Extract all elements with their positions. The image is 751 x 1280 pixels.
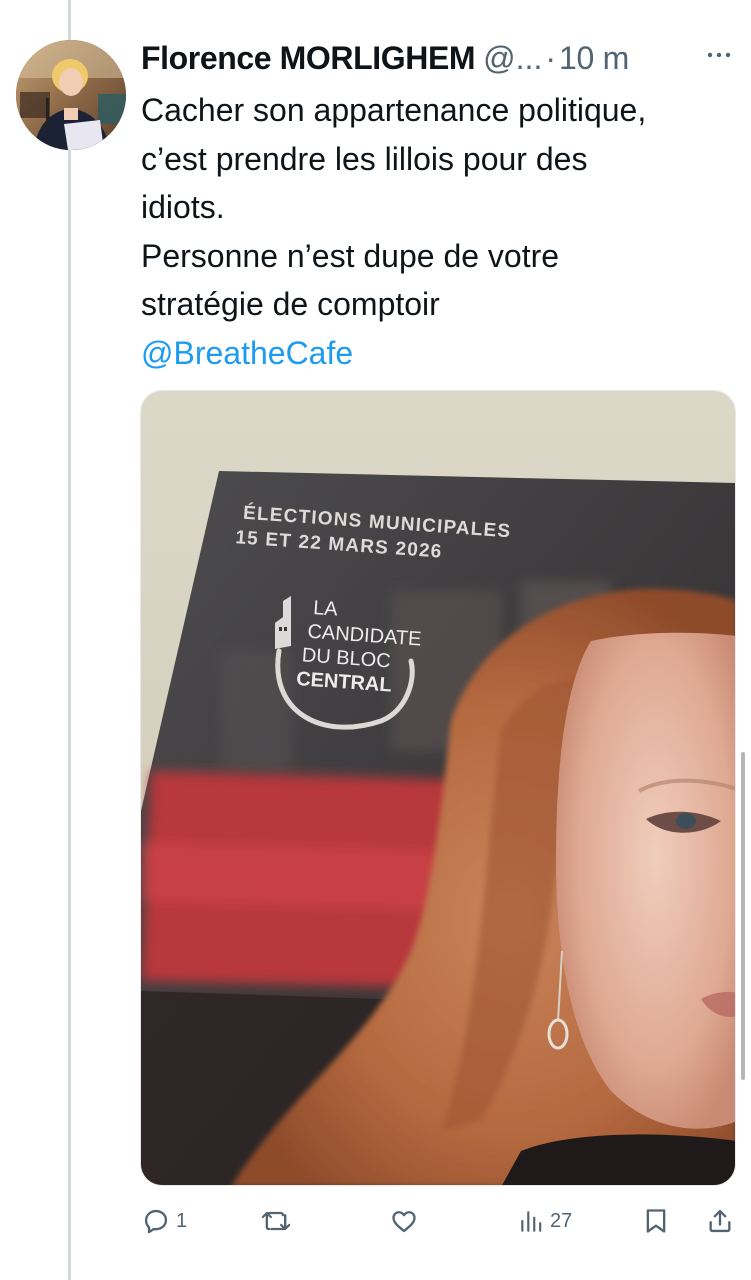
author-avatar[interactable] [16, 40, 126, 150]
tweet-text-line: Cacher son appartenance politique, [141, 92, 647, 128]
bookmark-button[interactable] [643, 1198, 669, 1244]
reply-button[interactable]: 1 [142, 1198, 187, 1244]
avatar-image [16, 40, 126, 150]
views-chart-icon [521, 1211, 542, 1232]
retweet-button[interactable] [260, 1198, 292, 1244]
thread-line [68, 0, 71, 1280]
retweet-icon [261, 1211, 291, 1231]
tweet-text-line: c’est prendre les lillois pour des [141, 140, 588, 177]
like-button[interactable] [390, 1198, 418, 1244]
tweet-text-line: idiots. [141, 189, 225, 225]
tweet-timestamp[interactable]: 10 m [559, 40, 629, 77]
media-photo: ÉLECTIONS MUNICIPALES 15 ET 22 MARS 2026… [141, 391, 735, 1185]
views-button[interactable]: 27 [518, 1198, 572, 1244]
reply-count: 1 [176, 1209, 188, 1232]
bookmark-icon [646, 1209, 666, 1233]
author-display-name[interactable]: Florence MORLIGHEM [141, 40, 476, 77]
share-icon [709, 1209, 731, 1233]
mention-link[interactable]: @BreatheCafe [141, 329, 731, 378]
logo-line1: LA [312, 597, 339, 621]
tweet-text: Cacher son appartenance politique, c’est… [141, 86, 731, 377]
tweet-text-line: stratégie de comptoir [141, 286, 440, 322]
share-button[interactable] [706, 1198, 734, 1244]
heart-icon [392, 1211, 416, 1233]
header-separator: · [545, 39, 556, 76]
tweet-text-line: Personne n’est dupe de votre [141, 237, 560, 274]
tweet-media-image[interactable]: ÉLECTIONS MUNICIPALES 15 ET 22 MARS 2026… [140, 390, 736, 1186]
scrollbar[interactable] [741, 752, 745, 1080]
tweet-actions-bar: 1 27 [140, 1198, 736, 1244]
author-handle[interactable]: @... [483, 40, 542, 77]
more-dots-icon[interactable] [706, 42, 732, 68]
reply-icon [144, 1209, 168, 1234]
views-count: 27 [550, 1209, 573, 1232]
tweet-header: Florence MORLIGHEM @... · 10 m [141, 38, 736, 78]
